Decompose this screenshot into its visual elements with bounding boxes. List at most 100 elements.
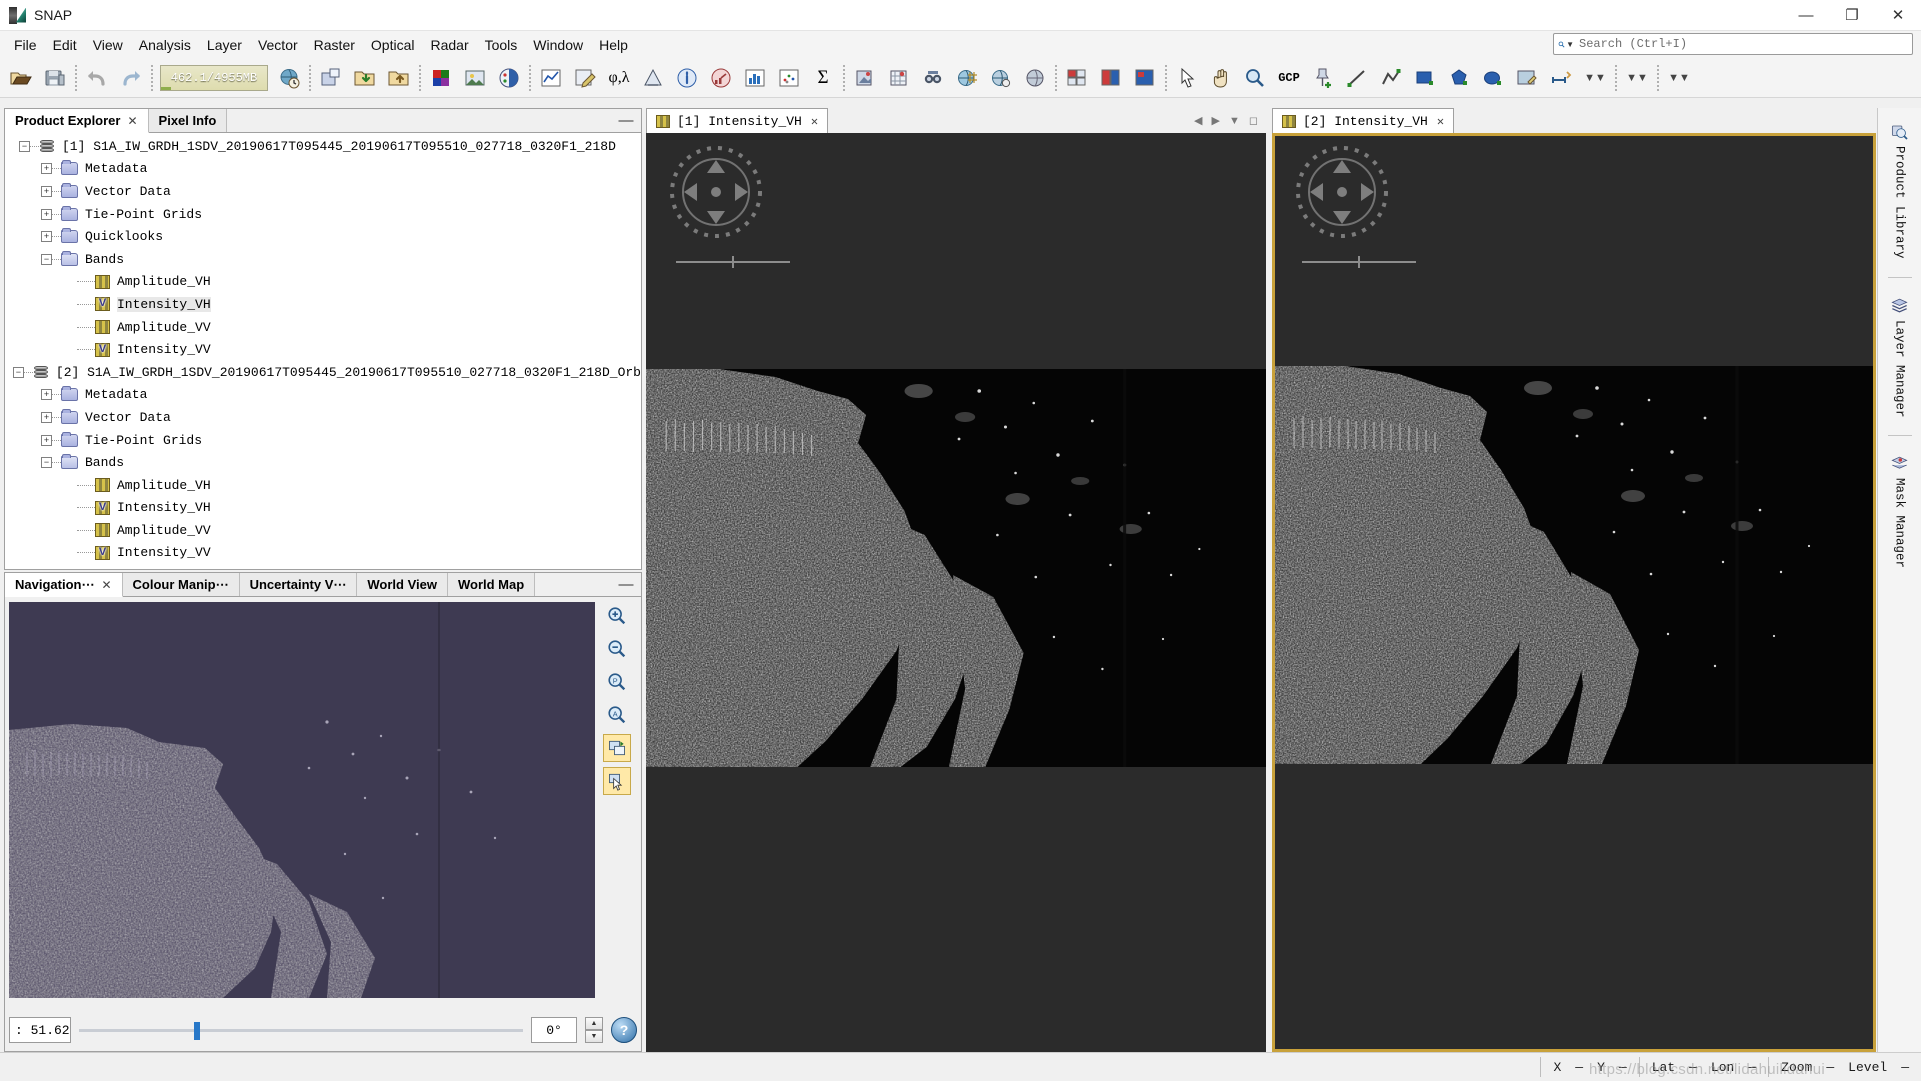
search-input[interactable]: ▼ Search (Ctrl+I)	[1553, 33, 1913, 55]
tree-expander[interactable]: +	[41, 163, 52, 175]
sidebar-item-layer-manager[interactable]: Layer Manager	[1888, 290, 1911, 424]
range-finder-button[interactable]	[1544, 61, 1578, 95]
statistics-button[interactable]	[704, 61, 738, 95]
sync-views-button[interactable]	[603, 734, 631, 762]
minimize-button[interactable]: —	[1783, 0, 1829, 31]
tree-node-product-2[interactable]: − [2] S1A_IW_GRDH_1SDV_20190617T095445_2…	[5, 361, 641, 384]
tree-expander[interactable]: +	[41, 389, 52, 401]
spinner-down-icon[interactable]: ▼	[585, 1030, 603, 1043]
profile-plot-button[interactable]	[534, 61, 568, 95]
product-metadata-button[interactable]	[670, 61, 704, 95]
toolbar-overflow-2-button[interactable]: ▼▼	[1620, 61, 1654, 95]
open-product-button[interactable]	[4, 61, 38, 95]
spinner-up-icon[interactable]: ▲	[585, 1017, 603, 1030]
zoom-tool-button[interactable]	[1238, 61, 1272, 95]
navigation-compass-icon[interactable]	[664, 140, 768, 244]
tree-node-bands[interactable]: − Bands	[5, 248, 641, 271]
minimize-icon[interactable]: —	[611, 109, 641, 132]
tree-expander[interactable]: −	[41, 457, 52, 469]
tab-view-2[interactable]: [2] Intensity_VH ✕	[1272, 108, 1455, 133]
navigation-compass-icon[interactable]	[1290, 140, 1394, 244]
sidebar-item-mask-manager[interactable]: Mask Manager	[1888, 448, 1911, 574]
line-tool-button[interactable]	[1340, 61, 1374, 95]
close-icon[interactable]: ✕	[101, 578, 111, 592]
memory-monitor[interactable]: 462.1/4955MB	[160, 64, 268, 91]
menu-layer[interactable]: Layer	[199, 34, 250, 56]
tab-colour-manipulation[interactable]: Colour Manip⋯	[122, 573, 240, 596]
navigation-thumbnail[interactable]	[9, 602, 595, 998]
polygon-tool-button[interactable]	[1442, 61, 1476, 95]
close-icon[interactable]: ✕	[811, 114, 818, 129]
tree-expander[interactable]: −	[41, 253, 52, 265]
tree-node-quicklooks[interactable]: + Quicklooks	[5, 225, 641, 248]
zoom-slider[interactable]	[79, 1017, 523, 1043]
tree-node-band[interactable]: Amplitude_VH	[5, 474, 641, 497]
open-raster-button[interactable]	[314, 61, 348, 95]
tree-expander[interactable]: +	[41, 231, 52, 243]
tree-node-band[interactable]: Intensity_VV	[5, 542, 641, 565]
pixel-globe-alt-button[interactable]	[1018, 61, 1052, 95]
zoom-to-pixel-resolution-button[interactable]: P	[603, 668, 631, 696]
graticule-overlay-button[interactable]	[950, 61, 984, 95]
scatter-plot-button[interactable]	[772, 61, 806, 95]
sync-cursors-button[interactable]	[603, 767, 631, 795]
zoom-out-button[interactable]	[603, 635, 631, 663]
menu-window[interactable]: Window	[525, 34, 591, 56]
chevron-down-icon[interactable]: ▼	[1229, 115, 1240, 127]
tree-node-vector-data[interactable]: + Vector Data	[5, 180, 641, 203]
menu-tools[interactable]: Tools	[477, 34, 526, 56]
tab-world-view[interactable]: World View	[357, 573, 448, 596]
ellipse-tool-button[interactable]	[1476, 61, 1510, 95]
menu-raster[interactable]: Raster	[306, 34, 363, 56]
tab-world-map[interactable]: World Map	[447, 573, 536, 596]
tree-node-bands[interactable]: − Bands	[5, 451, 641, 474]
tile-windows-button[interactable]	[1060, 61, 1094, 95]
menu-view[interactable]: View	[85, 34, 131, 56]
zoom-all-button[interactable]: A	[603, 701, 631, 729]
pan-tool-button[interactable]	[1204, 61, 1238, 95]
tree-expander[interactable]: +	[41, 411, 52, 423]
tab-view-1[interactable]: [1] Intensity_VH ✕	[646, 108, 829, 133]
close-icon[interactable]: ✕	[1437, 114, 1444, 129]
tree-node-band[interactable]: Intensity_VH	[5, 497, 641, 520]
magic-wand-button[interactable]	[1510, 61, 1544, 95]
pin-manager-button[interactable]	[882, 61, 916, 95]
tab-uncertainty-visualisation[interactable]: Uncertainty V⋯	[239, 573, 358, 596]
menu-edit[interactable]: Edit	[45, 34, 85, 56]
product-tree[interactable]: − [1] S1A_IW_GRDH_1SDV_20190617T095445_2…	[5, 133, 641, 569]
tree-node-vector-data[interactable]: + Vector Data	[5, 406, 641, 429]
tree-node-band[interactable]: Amplitude_VV	[5, 316, 641, 339]
rotation-stepper[interactable]: ▲ ▼	[585, 1017, 603, 1043]
close-icon[interactable]: ✕	[127, 114, 137, 128]
zoom-factor-input[interactable]: : 51.62	[9, 1017, 71, 1043]
menu-help[interactable]: Help	[591, 34, 636, 56]
tree-node-band[interactable]: Amplitude_VV	[5, 519, 641, 542]
zoom-in-button[interactable]	[603, 602, 631, 630]
gcp-placing-tool-button[interactable]: GCP	[1272, 61, 1306, 95]
tree-expander[interactable]: +	[41, 434, 52, 446]
menu-optical[interactable]: Optical	[363, 34, 423, 56]
maximize-icon[interactable]: ◻	[1249, 114, 1258, 127]
image-canvas-1[interactable]	[646, 133, 1266, 1052]
tree-node-band[interactable]: Intensity_VV	[5, 338, 641, 361]
tile-horizontal-button[interactable]	[1094, 61, 1128, 95]
redo-button[interactable]	[114, 61, 148, 95]
tree-expander[interactable]: −	[12, 366, 24, 378]
tree-node-metadata[interactable]: + Metadata	[5, 158, 641, 181]
menu-radar[interactable]: Radar	[422, 34, 476, 56]
menu-vector[interactable]: Vector	[250, 34, 306, 56]
help-button[interactable]: ?	[611, 1017, 637, 1043]
colour-manipulation-button[interactable]	[492, 61, 526, 95]
tile-single-button[interactable]	[1128, 61, 1162, 95]
reopen-product-button[interactable]	[272, 61, 306, 95]
rectangle-tool-button[interactable]	[1408, 61, 1442, 95]
tree-node-tie-point-grids[interactable]: + Tie-Point Grids	[5, 203, 641, 226]
information-button[interactable]	[636, 61, 670, 95]
tree-node-band[interactable]: Amplitude_VH	[5, 271, 641, 294]
tab-product-explorer[interactable]: Product Explorer ✕	[5, 109, 149, 133]
sum-button[interactable]: Σ	[806, 61, 840, 95]
tree-expander[interactable]: −	[19, 140, 30, 152]
open-image-view-button[interactable]	[458, 61, 492, 95]
tree-node-product-1[interactable]: − [1] S1A_IW_GRDH_1SDV_20190617T095445_2…	[5, 135, 641, 158]
rgb-image-window-button[interactable]	[424, 61, 458, 95]
